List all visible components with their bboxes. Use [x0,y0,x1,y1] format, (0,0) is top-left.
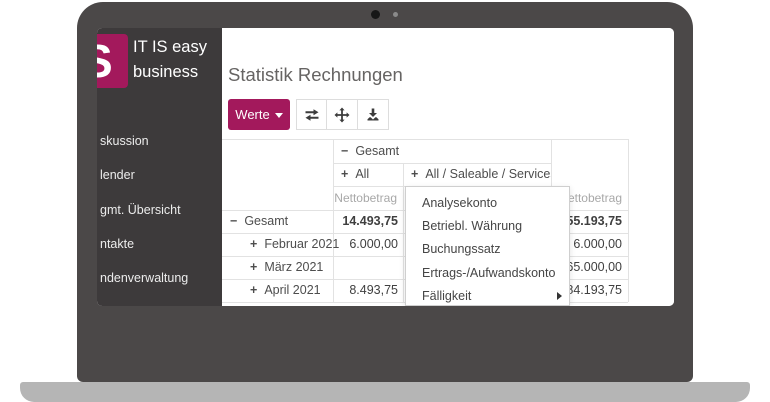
logo-glyph: S [97,34,113,88]
menu-item-faelligkeit[interactable]: Fälligkeit [406,285,569,306]
cell-gesamt-all: 14.493,75 [333,210,398,233]
cell-februar-all: 6.000,00 [333,233,398,256]
collapse-icon: − [230,214,237,228]
sidebar-item-mgmt-uebersicht[interactable]: gmt. Übersicht [100,202,181,218]
pivot-toolbar [296,99,389,130]
submenu-arrow-icon [557,292,562,300]
col-header-gesamt[interactable]: −Gesamt [341,139,541,163]
groupby-dropdown-menu: Analysekonto Betriebl. Währung Buchungss… [405,186,570,306]
app-screen: S IT IS easy business skussion lender gm… [97,28,674,306]
expand-all-icon [334,107,350,123]
brand-line1: IT IS easy [133,35,207,60]
expand-icon: + [341,167,348,181]
cell-april-all: 8.493,75 [333,279,398,302]
sidebar-item-kundenverwaltung[interactable]: ndenverwaltung [100,270,188,286]
sidebar-item-kontakte[interactable]: ntakte [100,236,134,252]
sidebar-item-einkauf[interactable]: nkauf [100,305,131,306]
download-button[interactable] [358,99,389,130]
page-title: Statistik Rechnungen [228,64,403,86]
row-header-gesamt[interactable]: −Gesamt [230,210,330,233]
sidebar-item-diskussion[interactable]: skussion [100,133,149,149]
menu-item-betriebl-waehrung[interactable]: Betriebl. Währung [406,215,569,238]
main-content: Statistik Rechnungen Werte [222,28,674,306]
expand-icon: + [250,260,257,274]
download-icon [365,107,381,123]
table-border [628,139,629,302]
measure-header-nettobetrag[interactable]: Nettobetrag [333,186,397,210]
camera-icon [371,10,380,19]
caret-down-icon [275,113,283,118]
values-button-label: Werte [235,108,269,123]
col-header-all-saleable-services[interactable]: +All / Saleable / Services [411,163,551,186]
flip-axes-icon [304,107,320,123]
menu-item-analysekonto[interactable]: Analysekonto [406,192,569,215]
brand-logo[interactable]: S [97,34,128,88]
expand-all-button[interactable] [327,99,358,130]
screenshot-canvas: S IT IS easy business skussion lender gm… [0,0,770,402]
collapse-icon: − [341,144,348,158]
col-header-all[interactable]: +All [341,163,399,186]
camera-led-icon [393,12,398,17]
table-border [403,163,404,302]
expand-icon: + [411,167,418,181]
brand-line2: business [133,60,207,85]
sidebar-item-kalender[interactable]: lender [100,167,135,183]
menu-item-ertrags-aufwandskonto[interactable]: Ertrags-/Aufwandskonto [406,262,569,285]
menu-item-buchungssatz[interactable]: Buchungssatz [406,238,569,261]
flip-axes-button[interactable] [296,99,327,130]
row-header-maerz-2021[interactable]: +März 2021 [250,256,350,279]
expand-icon: + [250,237,257,251]
values-button[interactable]: Werte [228,99,290,130]
expand-icon: + [250,283,257,297]
brand-name: IT IS easy business [133,35,207,85]
sidebar: S IT IS easy business skussion lender gm… [97,28,222,306]
device-frame: S IT IS easy business skussion lender gm… [77,2,693,382]
laptop-base [20,382,750,402]
